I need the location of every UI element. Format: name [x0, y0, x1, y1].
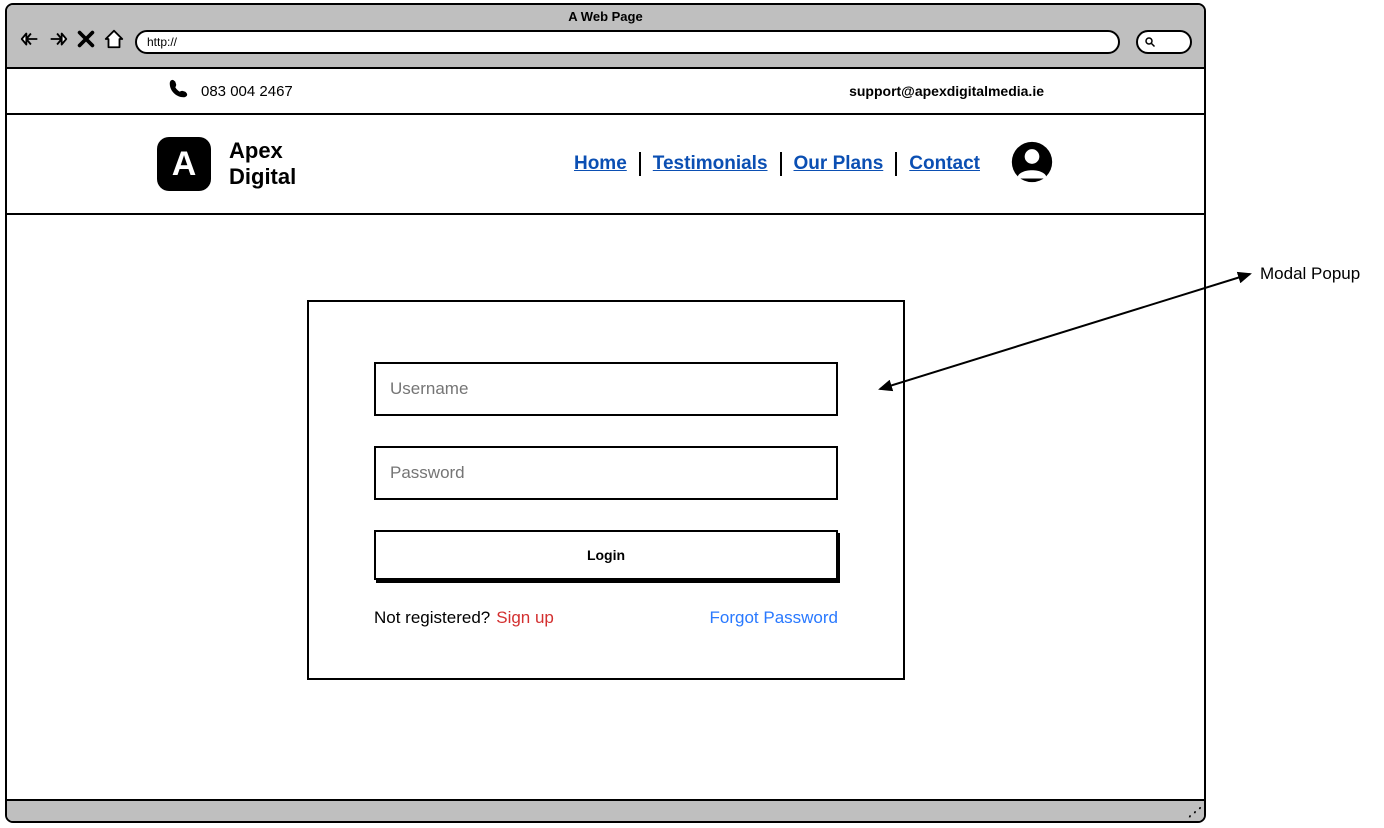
password-input[interactable] [374, 446, 838, 500]
phone-icon [167, 78, 189, 105]
nav-plans[interactable]: Our Plans [782, 153, 896, 175]
browser-window: A Web Page http:// [5, 3, 1206, 823]
signup-link[interactable]: Sign up [496, 608, 554, 628]
main-navbar: A Apex Digital Home Testimonials Our Pla… [7, 115, 1204, 215]
brand-line2: Digital [229, 164, 296, 190]
logo-icon: A [157, 137, 211, 191]
login-modal: Login Not registered? Sign up Forgot Pas… [307, 300, 905, 680]
signup-group: Not registered? Sign up [374, 608, 554, 628]
search-icon [1144, 36, 1156, 48]
phone-group: 083 004 2467 [167, 78, 293, 105]
nav-home[interactable]: Home [562, 153, 639, 175]
contact-topbar: 083 004 2467 support@apexdigitalmedia.ie [7, 69, 1204, 115]
brand-name: Apex Digital [229, 138, 296, 191]
browser-toolbar: http:// [7, 24, 1204, 55]
nav-contact[interactable]: Contact [897, 153, 992, 175]
url-bar[interactable]: http:// [135, 30, 1120, 54]
nav-links: Home Testimonials Our Plans Contact [562, 140, 1054, 189]
home-icon[interactable] [103, 28, 125, 55]
browser-chrome: A Web Page http:// [7, 5, 1204, 69]
back-button[interactable] [19, 28, 41, 55]
annotation-label: Modal Popup [1260, 264, 1360, 284]
phone-number: 083 004 2467 [201, 83, 293, 100]
resize-handle-icon[interactable]: ⋰ [1188, 805, 1200, 819]
url-text: http:// [147, 35, 177, 49]
forgot-password-link[interactable]: Forgot Password [710, 608, 839, 628]
content-area: Login Not registered? Sign up Forgot Pas… [7, 215, 1204, 799]
close-icon[interactable] [75, 28, 97, 55]
support-email[interactable]: support@apexdigitalmedia.ie [849, 83, 1044, 99]
username-input[interactable] [374, 362, 838, 416]
brand-line1: Apex [229, 138, 296, 164]
logo-group[interactable]: A Apex Digital [157, 137, 296, 191]
login-button[interactable]: Login [374, 530, 838, 580]
browser-title: A Web Page [7, 5, 1204, 24]
status-bar: ⋰ [7, 799, 1204, 821]
nav-testimonials[interactable]: Testimonials [641, 153, 780, 175]
user-profile-icon[interactable] [1010, 140, 1054, 189]
modal-footer: Not registered? Sign up Forgot Password [374, 608, 838, 628]
search-button[interactable] [1136, 30, 1192, 54]
not-registered-text: Not registered? [374, 608, 490, 628]
forward-button[interactable] [47, 28, 69, 55]
